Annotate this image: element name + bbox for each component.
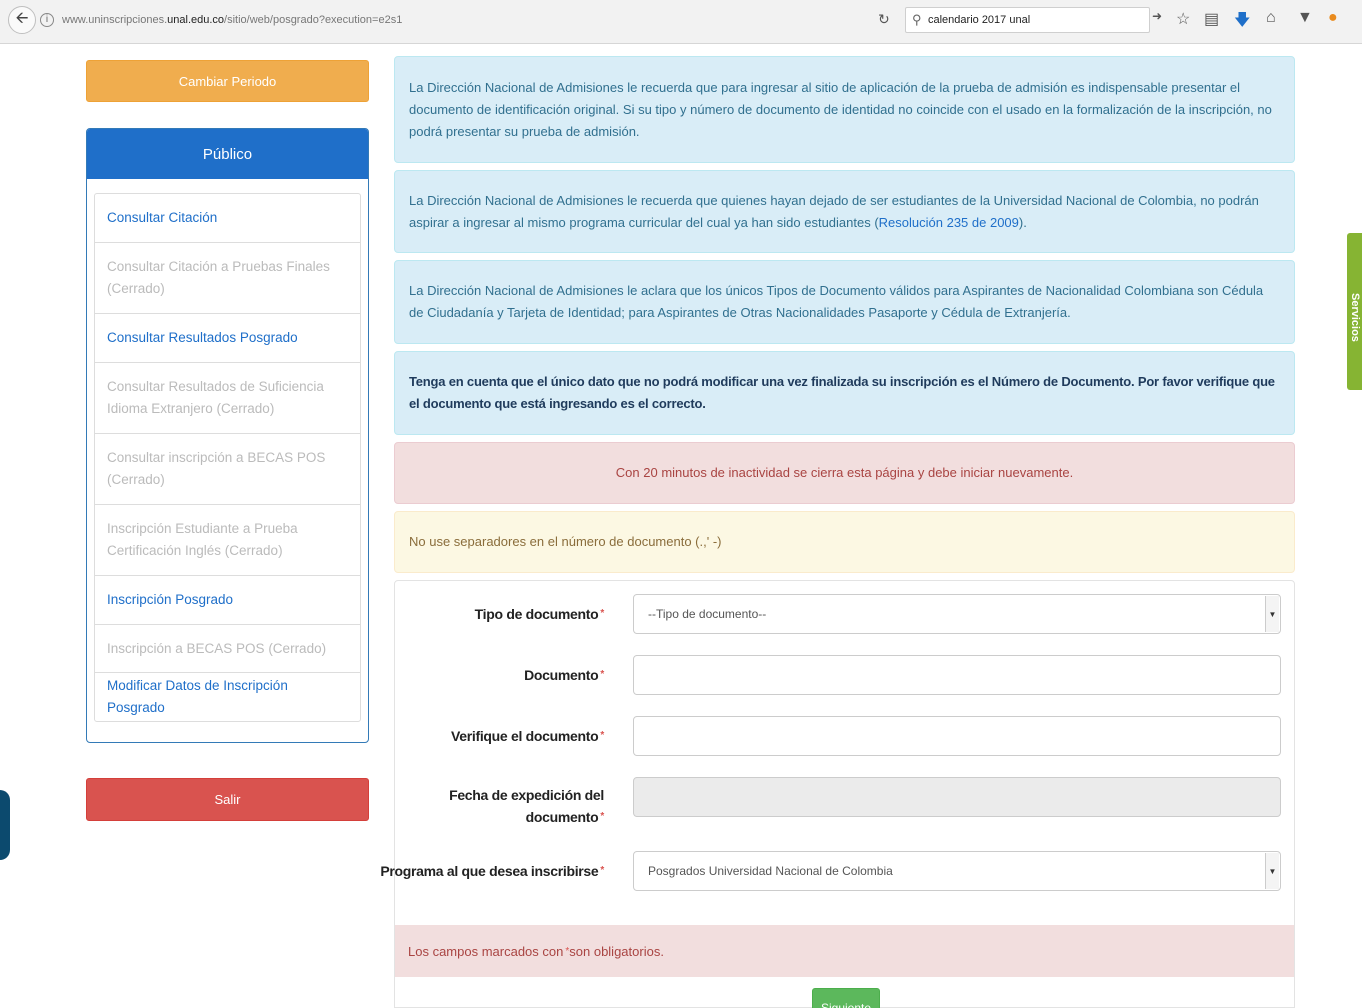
home-icon[interactable]: ⌂: [1266, 9, 1276, 27]
required-note-after: son obligatorios.: [569, 943, 664, 959]
menu-item-consultar-becas: Consultar inscripción a BECAS POS (Cerra…: [95, 434, 360, 505]
documento-row: Documento *: [395, 655, 1294, 697]
documento-label: Documento *: [404, 664, 604, 686]
documento-input[interactable]: [633, 655, 1281, 695]
dropdown-arrow-icon[interactable]: ▼: [1265, 596, 1279, 632]
services-tab-label: Servicios: [1349, 293, 1361, 342]
info-alert-former-students-text: La Dirección Nacional de Admisiones le r…: [409, 190, 1280, 234]
info-alert-former-students: La Dirección Nacional de Admisiones le r…: [394, 170, 1295, 253]
tipo-documento-label: Tipo de documento *: [404, 603, 605, 625]
public-menu: Consultar Citación Consultar Citación a …: [94, 193, 361, 722]
left-edge-logo: [0, 790, 10, 860]
url-path: /sitio/web/posgrado?execution=e2s1: [224, 14, 403, 26]
programa-value: Posgrados Universidad Nacional de Colomb…: [648, 864, 893, 878]
fecha-expedicion-input[interactable]: [633, 777, 1281, 817]
public-menu-panel: Público Consultar Citación Consultar Cit…: [86, 128, 369, 743]
search-go-icon[interactable]: ➜: [1152, 9, 1162, 23]
inactivity-alert-text: Con 20 minutos de inactividad se cierra …: [615, 465, 1074, 480]
programa-row: Programa al que desea inscribirse * Posgr…: [380, 851, 1294, 893]
resolution-link[interactable]: Resolución 235 de 2009: [879, 215, 1019, 230]
tipo-documento-select[interactable]: --Tipo de documento-- ▼: [633, 594, 1281, 634]
fecha-expedicion-label: Fecha de expedición del documento *: [404, 784, 604, 828]
verifique-row: Verifique el documento *: [395, 716, 1294, 758]
tipo-documento-row: Tipo de documento * --Tipo de documento--…: [395, 594, 1294, 636]
bookmark-star-icon[interactable]: ☆: [1176, 9, 1190, 29]
exit-button[interactable]: Salir: [86, 778, 369, 821]
panel-title: Público: [87, 129, 368, 179]
separator-warning-text: No use separadores en el número de docum…: [409, 534, 722, 549]
address-bar[interactable]: www.uninscripciones.unal.edu.co/sitio/we…: [62, 10, 872, 30]
info-alert-document: La Dirección Nacional de Admisiones le r…: [394, 56, 1295, 163]
inactivity-alert: Con 20 minutos de inactividad se cierra …: [394, 442, 1295, 504]
tipo-documento-label-text: Tipo de documento: [474, 606, 599, 622]
fecha-expedicion-row: Fecha de expedición del documento *: [395, 777, 1294, 827]
tipo-documento-value: --Tipo de documento--: [648, 607, 767, 621]
next-button[interactable]: Siguiente: [812, 988, 880, 1008]
info-alert-document-types-text: La Dirección Nacional de Admisiones le a…: [409, 283, 1264, 320]
verifique-documento-input[interactable]: [633, 716, 1281, 756]
menu-item-inscripcion-posgrado[interactable]: Inscripción Posgrado: [95, 576, 360, 625]
info-alert-former-text: La Dirección Nacional de Admisiones le r…: [409, 192, 1259, 230]
back-arrow-icon[interactable]: 🡨: [8, 6, 36, 34]
separator-warning: No use separadores en el número de docum…: [394, 511, 1295, 573]
info-alert-former-end: ).: [1018, 214, 1027, 230]
info-alert-document-types: La Dirección Nacional de Admisiones le a…: [394, 260, 1295, 344]
programa-select[interactable]: Posgrados Universidad Nacional de Colomb…: [633, 851, 1281, 891]
browser-search-input[interactable]: [928, 8, 1148, 32]
services-side-tab[interactable]: Servicios: [1347, 233, 1362, 390]
required-note-before: Los campos marcados con: [408, 943, 564, 959]
reload-icon[interactable]: ↻: [878, 11, 890, 28]
browser-search-box[interactable]: ⚲: [905, 7, 1150, 33]
search-icon: ⚲: [912, 12, 922, 27]
required-fields-note: Los campos marcados con * son obligatori…: [395, 925, 1294, 977]
required-mark: *: [600, 608, 604, 619]
site-info-icon[interactable]: i: [40, 13, 54, 27]
pocket-icon[interactable]: ▼: [1297, 9, 1313, 27]
programa-label-text: Programa al que desea inscribirse: [380, 863, 599, 879]
info-alert-document-text: La Dirección Nacional de Admisiones le r…: [409, 79, 1272, 139]
programa-label: Programa al que desea inscribirse *: [364, 860, 604, 882]
menu-item-resultados-idioma: Consultar Resultados de Suficiencia Idio…: [95, 363, 360, 434]
documento-label-text: Documento: [524, 667, 599, 683]
registration-form: Tipo de documento * --Tipo de documento--…: [380, 580, 1295, 1008]
reading-list-icon[interactable]: ▤: [1204, 9, 1219, 29]
url-domain: unal.edu.co: [167, 14, 225, 26]
menu-item-citacion-pruebas-finales: Consultar Citación a Pruebas Finales (Ce…: [95, 243, 360, 314]
menu-item-inscripcion-becas: Inscripción a BECAS POS (Cerrado): [95, 625, 360, 673]
required-mark: *: [600, 730, 604, 741]
browser-toolbar: 🡨 i www.uninscripciones.unal.edu.co/siti…: [0, 0, 1362, 44]
download-icon[interactable]: 🡇: [1234, 9, 1250, 36]
verifique-label-text: Verifique el documento: [450, 728, 599, 744]
change-period-button[interactable]: Cambiar Periodo: [86, 60, 369, 102]
required-mark: *: [600, 811, 604, 822]
required-mark: *: [600, 865, 604, 876]
verifique-label: Verifique el documento *: [404, 725, 604, 747]
required-mark: *: [600, 669, 604, 680]
fecha-expedicion-label-line1: Fecha de expedición del: [449, 787, 604, 803]
menu-item-resultados-posgrado[interactable]: Consultar Resultados Posgrado: [95, 314, 360, 363]
url-prefix: www.uninscripciones.: [62, 14, 168, 26]
dropdown-arrow-icon[interactable]: ▼: [1265, 853, 1279, 889]
menu-item-consultar-citacion[interactable]: Consultar Citación: [95, 194, 360, 243]
menu-item-modificar-datos[interactable]: Modificar Datos de Inscripción Posgrado: [95, 673, 360, 721]
info-alert-document-number-text: Tenga en cuenta que el único dato que no…: [409, 374, 1275, 411]
menu-item-prueba-ingles: Inscripción Estudiante a Prueba Certific…: [95, 505, 360, 576]
fecha-expedicion-label-line2: documento: [525, 809, 599, 825]
extension-icon[interactable]: ●: [1328, 9, 1338, 27]
info-alert-document-number: Tenga en cuenta que el único dato que no…: [394, 351, 1295, 435]
